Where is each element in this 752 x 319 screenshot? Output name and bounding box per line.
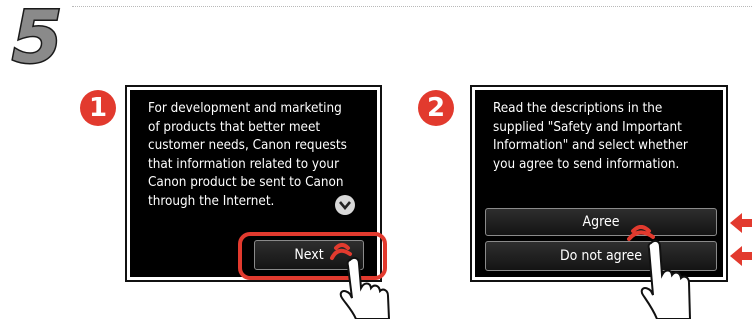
step-badge-2: 2 (418, 90, 454, 126)
pointer-arrow-icon (730, 246, 752, 266)
step-badge-1: 1 (80, 90, 116, 126)
tapping-hand-icon (330, 243, 391, 319)
tapping-hand-icon (627, 225, 692, 319)
pointer-arrow-icon (730, 213, 752, 233)
dotted-separator (72, 6, 752, 7)
svg-text:5: 5 (12, 0, 62, 68)
step-number-graphic: 5 (11, 0, 64, 68)
agreement-message: Read the descriptions in the supplied "S… (493, 101, 688, 172)
chevron-down-icon[interactable] (335, 195, 355, 215)
